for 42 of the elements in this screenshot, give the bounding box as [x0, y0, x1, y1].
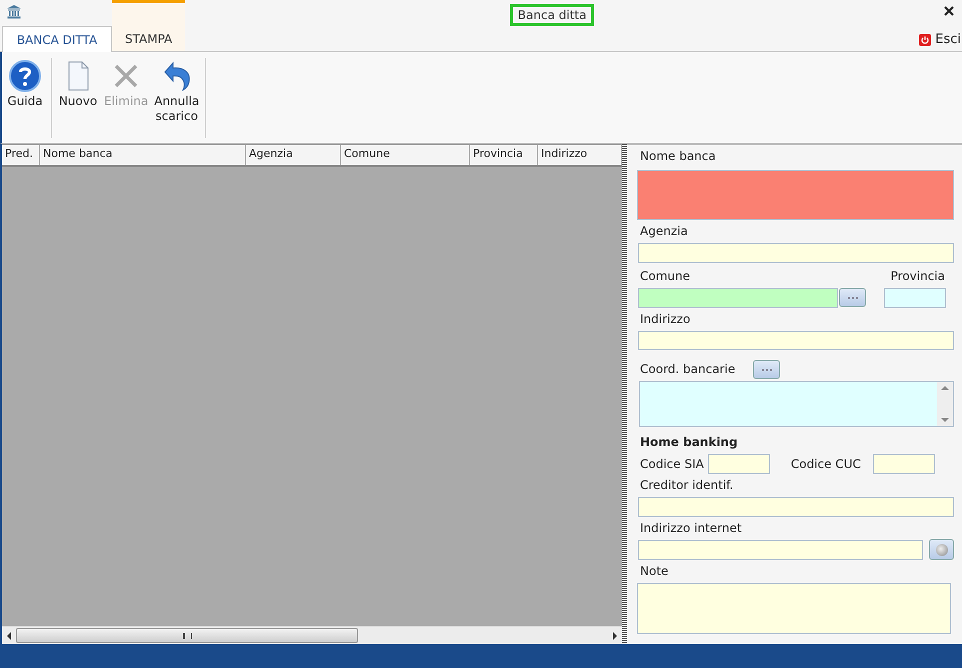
column-header[interactable]: Nome banca — [40, 145, 246, 165]
field-label: Indirizzo — [639, 312, 692, 327]
column-header[interactable]: Comune — [341, 145, 470, 165]
field-label: Codice SIA — [639, 456, 705, 472]
browse-button[interactable] — [839, 288, 866, 308]
window-title: Banca ditta — [510, 4, 594, 26]
help-icon — [9, 60, 41, 92]
input-field[interactable] — [884, 288, 946, 308]
globe-button[interactable] — [929, 539, 954, 560]
input-field[interactable] — [638, 243, 954, 263]
column-header[interactable]: Agenzia — [246, 145, 341, 165]
field-label: Codice CUC — [790, 456, 862, 472]
field-label: Agenzia — [639, 224, 689, 240]
field-label: Coord. bancarie — [639, 362, 736, 378]
input-field[interactable] — [638, 497, 954, 517]
input-field[interactable] — [637, 170, 954, 220]
input-field[interactable] — [638, 330, 954, 350]
column-header[interactable]: Pred. — [2, 145, 40, 165]
input-field[interactable] — [638, 540, 923, 560]
input-field[interactable] — [708, 454, 770, 474]
field-label: Note — [639, 564, 670, 579]
new-button[interactable]: Nuovo — [55, 58, 101, 111]
text-area[interactable] — [637, 582, 951, 634]
field-label: Nome banca — [639, 149, 717, 164]
column-header[interactable]: Provincia — [470, 145, 538, 165]
browse-button[interactable] — [753, 360, 780, 380]
input-field[interactable] — [872, 454, 935, 474]
field-label: Comune — [639, 268, 692, 284]
field-label: Provincia — [890, 268, 946, 284]
help-button[interactable]: Guida — [2, 58, 48, 111]
field-label: Creditor identif. — [639, 478, 734, 494]
input-field[interactable] — [638, 288, 838, 308]
field-label: Indirizzo internet — [639, 520, 743, 536]
scrollbar[interactable] — [2, 626, 622, 644]
section-heading: Home banking — [639, 435, 739, 450]
text-area[interactable] — [639, 381, 954, 428]
undo-button[interactable]: Annulla scarico — [151, 58, 202, 126]
close-icon[interactable] — [944, 6, 954, 16]
exit-button[interactable]: Esci — [919, 32, 962, 47]
tab[interactable]: BANCA DITTA — [2, 26, 112, 52]
bank-icon[interactable] — [6, 4, 22, 20]
power-icon — [919, 34, 932, 46]
